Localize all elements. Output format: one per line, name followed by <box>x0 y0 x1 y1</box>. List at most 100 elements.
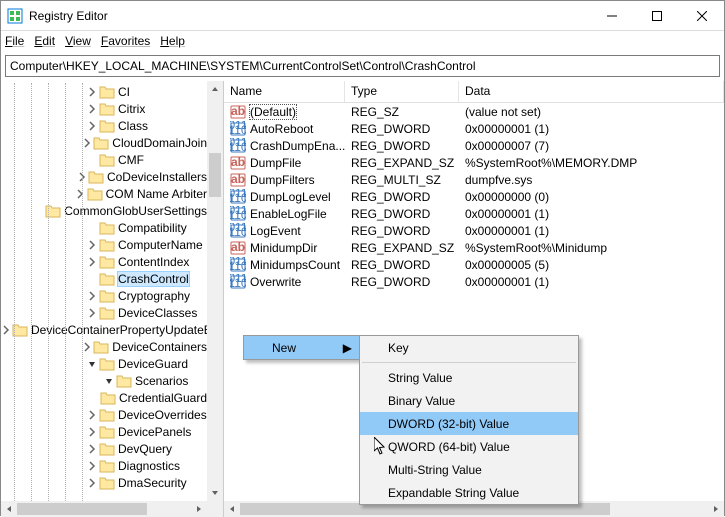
list-row[interactable]: abMinidumpDirREG_EXPAND_SZ%SystemRoot%\M… <box>224 239 724 256</box>
context-menu-label: Multi-String Value <box>388 463 482 477</box>
scroll-up-icon[interactable] <box>207 81 223 97</box>
tree-item[interactable]: Scenarios <box>1 372 207 389</box>
tree-item[interactable]: CommonGlobUserSettings <box>1 202 207 219</box>
context-menu-item[interactable]: String Value <box>360 366 578 389</box>
scroll-left-icon[interactable] <box>1 501 17 517</box>
scroll-right-icon[interactable] <box>191 501 207 517</box>
value-type: REG_DWORD <box>345 207 459 221</box>
tree-pane: CICitrixClassCloudDomainJoinCMFCoDeviceI… <box>1 81 224 517</box>
chevron-right-icon[interactable] <box>76 171 87 183</box>
list-row[interactable]: 011110LogEventREG_DWORD0x00000001 (1) <box>224 222 724 239</box>
list-row[interactable]: abDumpFileREG_EXPAND_SZ%SystemRoot%\MEMO… <box>224 154 724 171</box>
tree-item[interactable]: DevQuery <box>1 440 207 457</box>
tree-item[interactable]: Class <box>1 117 207 134</box>
chevron-right-icon[interactable] <box>86 426 98 438</box>
tree-item[interactable]: DeviceOverrides <box>1 406 207 423</box>
folder-icon <box>99 476 115 490</box>
column-data[interactable]: Data <box>459 81 724 102</box>
tree-item[interactable]: ContentIndex <box>1 253 207 270</box>
list-row[interactable]: 011110MinidumpsCountREG_DWORD0x00000005 … <box>224 256 724 273</box>
value-name: DumpFilters <box>250 173 315 187</box>
list-row[interactable]: 011110EnableLogFileREG_DWORD0x00000001 (… <box>224 205 724 222</box>
chevron-right-icon[interactable] <box>86 307 98 319</box>
list-row[interactable]: abDumpFiltersREG_MULTI_SZdumpfve.sys <box>224 171 724 188</box>
menu-favorites[interactable]: Favorites <box>101 34 150 48</box>
chevron-right-icon[interactable] <box>86 256 98 268</box>
chevron-right-icon[interactable] <box>75 188 85 200</box>
chevron-right-icon[interactable] <box>81 341 92 353</box>
scroll-right-icon[interactable] <box>708 501 724 517</box>
context-menu-item[interactable]: Expandable String Value <box>360 481 578 504</box>
tree-item[interactable]: CloudDomainJoin <box>1 134 207 151</box>
address-bar[interactable]: Computer\HKEY_LOCAL_MACHINE\SYSTEM\Curre… <box>5 55 720 77</box>
value-name: Overwrite <box>250 275 301 289</box>
scroll-left-icon[interactable] <box>224 501 240 517</box>
tree-item[interactable]: DmaSecurity <box>1 474 207 491</box>
close-button[interactable] <box>679 1 724 31</box>
minimize-button[interactable] <box>589 1 634 31</box>
list-row[interactable]: ab(Default)REG_SZ(value not set) <box>224 103 724 120</box>
folder-icon <box>99 221 115 235</box>
chevron-right-icon[interactable] <box>81 137 92 149</box>
svg-text:ab: ab <box>231 104 245 118</box>
chevron-down-icon[interactable] <box>86 358 98 370</box>
tree-item[interactable]: DevicePanels <box>1 423 207 440</box>
chevron-right-icon[interactable] <box>86 477 98 489</box>
context-menu-item[interactable]: DWORD (32-bit) Value <box>360 412 578 435</box>
tree-item[interactable]: ComputerName <box>1 236 207 253</box>
list-row[interactable]: 011110OverwriteREG_DWORD0x00000001 (1) <box>224 273 724 290</box>
value-name: CrashDumpEna... <box>250 139 345 153</box>
chevron-down-icon[interactable] <box>103 375 115 387</box>
list-row[interactable]: 011110DumpLogLevelREG_DWORD0x00000000 (0… <box>224 188 724 205</box>
chevron-right-icon[interactable] <box>86 86 98 98</box>
tree-item[interactable]: DeviceContainerPropertyUpdateEvents <box>1 321 207 338</box>
tree-item[interactable]: Cryptography <box>1 287 207 304</box>
tree-item[interactable]: CI <box>1 83 207 100</box>
scroll-thumb[interactable] <box>209 153 221 197</box>
menu-view[interactable]: View <box>65 34 91 48</box>
scroll-thumb[interactable] <box>17 503 147 515</box>
tree-item[interactable]: DeviceGuard <box>1 355 207 372</box>
chevron-right-icon[interactable] <box>86 103 98 115</box>
menu-edit[interactable]: Edit <box>34 34 55 48</box>
tree-item[interactable]: CredentialGuard <box>1 389 207 406</box>
chevron-right-icon[interactable] <box>86 460 98 472</box>
context-menu-item-new[interactable]: New ▶ <box>244 336 360 359</box>
tree-vertical-scrollbar[interactable] <box>207 81 223 501</box>
menu-file[interactable]: File <box>5 34 24 48</box>
column-name[interactable]: Name <box>224 81 345 102</box>
chevron-right-icon[interactable] <box>86 409 98 421</box>
context-menu-label: QWORD (64-bit) Value <box>388 440 510 454</box>
tree-item[interactable]: Diagnostics <box>1 457 207 474</box>
context-menu-item[interactable]: Multi-String Value <box>360 458 578 481</box>
maximize-button[interactable] <box>634 1 679 31</box>
context-menu-item[interactable]: Key <box>360 336 578 359</box>
tree-item-label: ContentIndex <box>118 255 189 269</box>
column-type[interactable]: Type <box>345 81 459 102</box>
tree-item-label: DeviceContainers <box>112 340 207 354</box>
list-row[interactable]: 011110CrashDumpEna...REG_DWORD0x00000007… <box>224 137 724 154</box>
scroll-down-icon[interactable] <box>207 485 223 501</box>
tree-item[interactable]: CoDeviceInstallers <box>1 168 207 185</box>
tree-item[interactable]: Citrix <box>1 100 207 117</box>
chevron-right-icon[interactable] <box>86 120 98 132</box>
chevron-right-icon[interactable] <box>86 239 98 251</box>
value-type: REG_MULTI_SZ <box>345 173 459 187</box>
tree-item[interactable]: Compatibility <box>1 219 207 236</box>
tree-horizontal-scrollbar[interactable] <box>1 501 207 517</box>
tree-item[interactable]: COM Name Arbiter <box>1 185 207 202</box>
chevron-right-icon[interactable] <box>1 324 11 336</box>
tree-item-label: COM Name Arbiter <box>106 187 207 201</box>
chevron-right-icon[interactable] <box>86 443 98 455</box>
context-menu-item[interactable]: QWORD (64-bit) Value <box>360 435 578 458</box>
tree-item[interactable]: CMF <box>1 151 207 168</box>
tree-item[interactable]: DeviceContainers <box>1 338 207 355</box>
menu-help[interactable]: Help <box>160 34 185 48</box>
tree-item[interactable]: CrashControl <box>1 270 207 287</box>
context-menu-item[interactable]: Binary Value <box>360 389 578 412</box>
chevron-right-icon[interactable] <box>86 290 98 302</box>
binary-value-icon: 011110 <box>230 121 246 137</box>
folder-icon <box>99 272 115 286</box>
tree-item[interactable]: DeviceClasses <box>1 304 207 321</box>
list-row[interactable]: 011110AutoRebootREG_DWORD0x00000001 (1) <box>224 120 724 137</box>
